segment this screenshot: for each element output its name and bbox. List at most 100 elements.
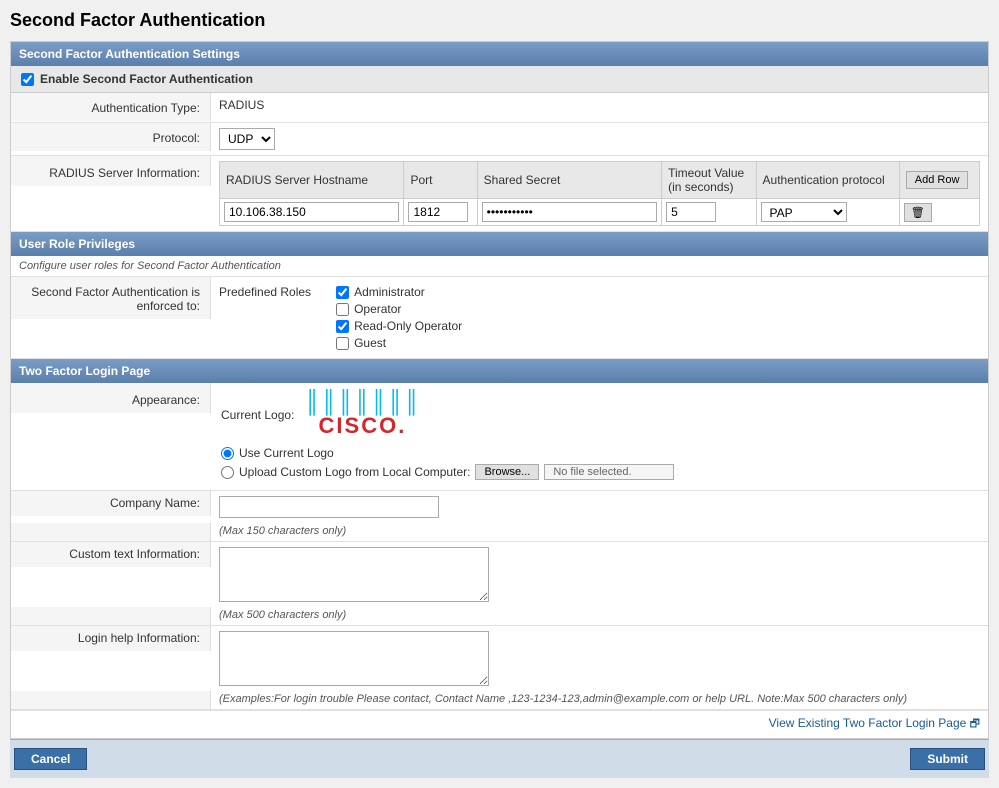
delete-row-button[interactable]: 🗑	[904, 203, 932, 222]
roles-container: Predefined Roles Administrator Operator …	[211, 277, 988, 358]
col-hostname: RADIUS Server Hostname	[220, 162, 404, 199]
timeout-input[interactable]	[666, 202, 716, 222]
view-link-icon: 🗗	[970, 718, 980, 730]
login-page-header: Two Factor Login Page	[11, 359, 988, 383]
role-guest-checkbox[interactable]	[336, 337, 349, 350]
user-roles-description: Configure user roles for Second Factor A…	[11, 256, 988, 277]
role-guest: Guest	[336, 336, 462, 350]
login-help-value	[211, 626, 988, 691]
current-logo-label: Current Logo:	[221, 408, 294, 422]
roles-row: Second Factor Authentication is enforced…	[11, 277, 988, 359]
port-input[interactable]	[408, 202, 468, 222]
login-help-inner: Login help Information:	[11, 626, 988, 691]
upload-logo-radio[interactable]	[221, 466, 234, 479]
use-current-logo-radio[interactable]	[221, 447, 234, 460]
role-guest-label: Guest	[354, 336, 386, 350]
view-link-row: View Existing Two Factor Login Page 🗗	[11, 710, 988, 738]
main-container: Second Factor Authentication Settings En…	[10, 41, 989, 739]
radius-row-1: PAP CHAP MS-CHAP 🗑	[220, 199, 980, 226]
browse-button[interactable]: Browse...	[475, 464, 539, 480]
shared-secret-input[interactable]	[482, 202, 657, 222]
enforced-label: Second Factor Authentication is enforced…	[11, 277, 211, 319]
appearance-label: Appearance:	[11, 383, 211, 413]
company-name-label: Company Name:	[11, 491, 211, 516]
role-readonly-label: Read-Only Operator	[354, 319, 462, 333]
enable-row: Enable Second Factor Authentication	[11, 66, 988, 93]
submit-button[interactable]: Submit	[910, 748, 985, 770]
settings-section: Enable Second Factor Authentication Auth…	[11, 66, 988, 232]
appearance-container: Current Logo: ║║║║║║║ CISCO. Use Current…	[211, 383, 988, 490]
timeout-cell	[662, 199, 756, 226]
protocol-value: UDP TCP	[211, 123, 988, 155]
secret-cell	[477, 199, 661, 226]
use-current-logo-row: Use Current Logo	[221, 446, 334, 460]
settings-header: Second Factor Authentication Settings	[11, 42, 988, 66]
custom-text-inner: Custom text Information:	[11, 542, 988, 607]
auth-protocol-cell: PAP CHAP MS-CHAP	[756, 199, 899, 226]
user-roles-header: User Role Privileges	[11, 232, 988, 256]
company-name-input[interactable]	[219, 496, 439, 518]
radius-row: RADIUS Server Information: RADIUS Server…	[11, 156, 988, 232]
use-current-logo-label: Use Current Logo	[239, 446, 334, 460]
add-row-button[interactable]: Add Row	[906, 171, 969, 189]
page-title: Second Factor Authentication	[10, 10, 989, 31]
cancel-button[interactable]: Cancel	[14, 748, 87, 770]
role-administrator: Administrator	[336, 285, 462, 299]
auth-type-label: Authentication Type:	[11, 93, 211, 121]
login-help-hint: (Examples:For login trouble Please conta…	[211, 691, 915, 709]
role-operator: Operator	[336, 302, 462, 316]
company-name-hint-row: (Max 150 characters only)	[11, 523, 988, 541]
login-help-textarea[interactable]	[219, 631, 489, 686]
appearance-row: Appearance: Current Logo: ║║║║║║║ CISCO.…	[11, 383, 988, 491]
col-auth-protocol: Authentication protocol	[756, 162, 899, 199]
view-existing-link[interactable]: View Existing Two Factor Login Page	[769, 716, 967, 730]
role-operator-label: Operator	[354, 302, 401, 316]
upload-logo-row: Upload Custom Logo from Local Computer: …	[221, 464, 674, 480]
role-operator-checkbox[interactable]	[336, 303, 349, 316]
role-readonly-checkbox[interactable]	[336, 320, 349, 333]
enable-2fa-label: Enable Second Factor Authentication	[40, 72, 253, 86]
roles-list: Administrator Operator Read-Only Operato…	[336, 285, 462, 350]
protocol-select[interactable]: UDP TCP	[219, 128, 275, 150]
current-logo-area: Current Logo: ║║║║║║║ CISCO.	[221, 391, 421, 439]
hostname-cell	[220, 199, 404, 226]
port-cell	[404, 199, 477, 226]
col-port: Port	[404, 162, 477, 199]
protocol-row: Protocol: UDP TCP	[11, 123, 988, 156]
role-admin-label: Administrator	[354, 285, 425, 299]
hostname-input[interactable]	[224, 202, 399, 222]
cisco-logo: ║║║║║║║ CISCO.	[304, 391, 420, 439]
cisco-text: CISCO.	[319, 413, 407, 439]
login-help-label: Login help Information:	[11, 626, 211, 651]
company-name-value	[211, 491, 988, 523]
role-admin-checkbox[interactable]	[336, 286, 349, 299]
enable-2fa-checkbox[interactable]	[21, 73, 34, 86]
no-file-label: No file selected.	[544, 464, 674, 480]
predefined-roles-label: Predefined Roles	[219, 285, 311, 299]
radius-table-container: RADIUS Server Hostname Port Shared Secre…	[211, 156, 988, 231]
custom-text-value	[211, 542, 988, 607]
auth-protocol-select[interactable]: PAP CHAP MS-CHAP	[761, 202, 847, 222]
login-help-hint-row: (Examples:For login trouble Please conta…	[11, 691, 988, 709]
auth-type-row: Authentication Type: RADIUS	[11, 93, 988, 123]
custom-text-textarea[interactable]	[219, 547, 489, 602]
browse-area: Browse... No file selected.	[475, 464, 674, 480]
company-name-row: Company Name: (Max 150 characters only)	[11, 491, 988, 542]
company-name-inner: Company Name:	[11, 491, 988, 523]
footer-bar: Cancel Submit	[10, 739, 989, 778]
custom-text-row: Custom text Information: (Max 500 charac…	[11, 542, 988, 626]
upload-logo-label: Upload Custom Logo from Local Computer:	[239, 465, 470, 479]
custom-text-hint: (Max 500 characters only)	[211, 607, 354, 625]
cisco-bars-icon: ║║║║║║║	[304, 391, 420, 413]
custom-text-label: Custom text Information:	[11, 542, 211, 567]
col-add: Add Row	[899, 162, 979, 199]
radius-table: RADIUS Server Hostname Port Shared Secre…	[219, 161, 980, 226]
company-name-hint: (Max 150 characters only)	[211, 523, 354, 541]
radius-label: RADIUS Server Information:	[11, 156, 211, 186]
protocol-label: Protocol:	[11, 123, 211, 151]
col-timeout: Timeout Value(in seconds)	[662, 162, 756, 199]
col-secret: Shared Secret	[477, 162, 661, 199]
custom-text-hint-row: (Max 500 characters only)	[11, 607, 988, 625]
delete-cell: 🗑	[899, 199, 979, 226]
role-readonly: Read-Only Operator	[336, 319, 462, 333]
